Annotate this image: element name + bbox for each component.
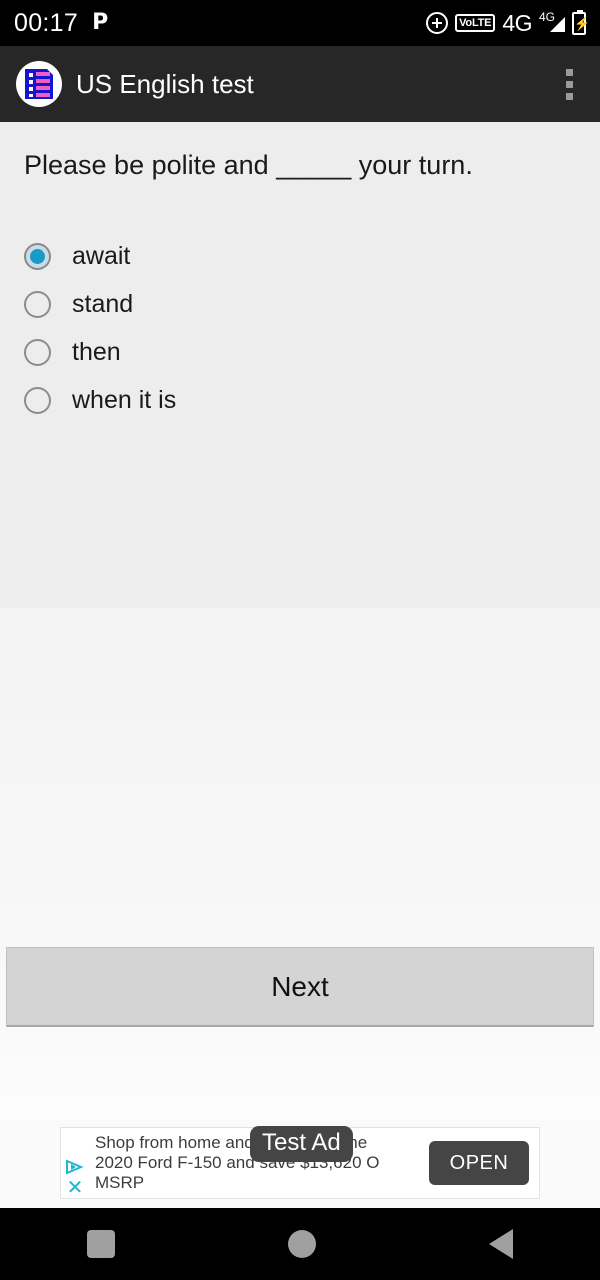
ad-text-line-3: MSRP <box>95 1173 145 1192</box>
option-row-stand[interactable]: stand <box>24 280 582 328</box>
back-triangle-icon[interactable] <box>489 1229 514 1259</box>
ad-side-icons: ✕ <box>61 1128 89 1198</box>
option-row-await[interactable]: await <box>24 232 582 280</box>
home-circle-icon[interactable] <box>287 1230 316 1258</box>
question-text: Please be polite and _____ your turn. <box>24 150 473 180</box>
status-bar: 00:17 P VoLTE 4G 4G ⚡ <box>0 0 600 46</box>
alarm-icon <box>426 12 449 34</box>
charging-bolt-icon: ⚡ <box>574 15 591 31</box>
battery-charging-icon: ⚡ <box>572 9 591 35</box>
adchoices-icon[interactable] <box>65 1159 85 1175</box>
page-title: US English test <box>76 69 254 99</box>
radio-button-stand[interactable] <box>24 290 51 318</box>
option-label: when it is <box>72 385 177 414</box>
radio-button-await[interactable] <box>24 242 51 270</box>
quiz-content: Please be polite and _____ your turn. aw… <box>0 122 600 608</box>
option-row-then[interactable]: then <box>24 328 582 376</box>
recents-square-icon[interactable] <box>86 1230 115 1258</box>
overflow-dot <box>565 92 573 100</box>
signal-bars-icon <box>550 17 565 32</box>
status-bar-left: 00:17 P <box>14 8 109 37</box>
phone-screen: 00:17 P VoLTE 4G 4G ⚡ US English test Pl… <box>0 0 600 1280</box>
next-button[interactable]: Next <box>6 947 594 1027</box>
options-list: await stand then when it is <box>24 232 582 424</box>
overflow-menu-icon[interactable] <box>554 63 584 106</box>
app-logo-icon <box>16 61 62 107</box>
volte-icon: VoLTE <box>455 14 496 32</box>
radio-button-then[interactable] <box>24 338 51 366</box>
ad-open-button[interactable]: OPEN <box>429 1141 529 1185</box>
option-label: stand <box>72 289 134 318</box>
status-bar-right: VoLTE 4G 4G ⚡ <box>426 9 591 36</box>
close-icon[interactable]: ✕ <box>67 1178 84 1198</box>
overflow-dot <box>565 80 573 88</box>
lower-background <box>0 608 600 1120</box>
option-label: await <box>72 241 131 270</box>
overflow-dot <box>565 68 573 76</box>
quiz-document-icon <box>25 69 53 99</box>
option-label: then <box>72 337 121 366</box>
app-bar: US English test <box>0 46 600 122</box>
status-clock: 00:17 <box>14 8 79 37</box>
test-ad-badge: Test Ad <box>250 1126 353 1162</box>
radio-button-when-it-is[interactable] <box>24 386 51 414</box>
option-row-when-it-is[interactable]: when it is <box>24 376 582 424</box>
network-type-label: 4G <box>502 9 532 36</box>
signal-strength-icon: 4G <box>539 11 565 35</box>
android-navigation-bar <box>0 1208 600 1280</box>
pushbullet-notification-icon: P <box>92 10 109 35</box>
